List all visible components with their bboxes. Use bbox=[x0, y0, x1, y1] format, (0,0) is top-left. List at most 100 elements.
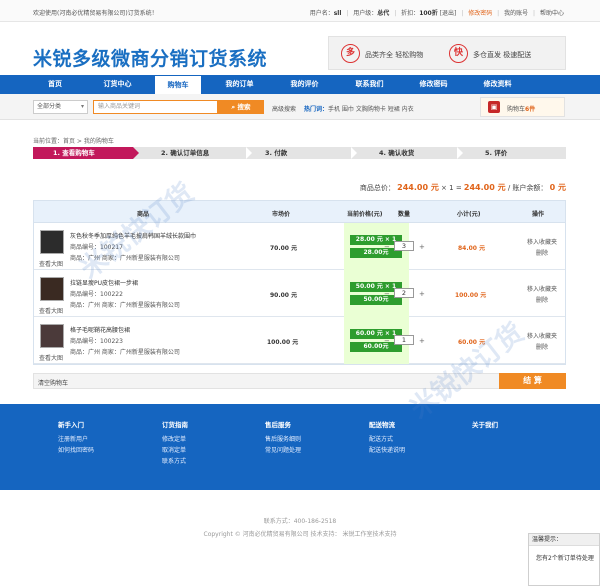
step-confirm-receipt: 4. 确认收货 bbox=[379, 149, 415, 157]
row-actions: 移入收藏夹 删除 bbox=[522, 284, 562, 306]
site-footer: 新手入门 注册新用户 如何找回密码 订货指南 修改定单 取消定单 联系方式 售后… bbox=[0, 404, 600, 490]
row-subtotal: 100.00 元 bbox=[455, 292, 487, 299]
user-info: 用户名：sll | 用户级：总代 | 折扣：100折 [退出] | 修改密码 |… bbox=[309, 10, 564, 17]
increment-button[interactable]: + bbox=[419, 290, 425, 298]
notification-body[interactable]: 您有2个新订单待处理 bbox=[536, 553, 594, 562]
col-current-price: 当前价格(元) bbox=[347, 211, 383, 218]
market-price: 70.00 元 bbox=[270, 245, 298, 252]
step-pay: 3. 付款 bbox=[265, 149, 288, 157]
nav-change-password[interactable]: 修改密码 bbox=[406, 75, 461, 94]
nav-edit-profile[interactable]: 修改资料 bbox=[470, 75, 525, 94]
notification-popup[interactable]: 温馨提示： 您有2个新订单待处理 bbox=[528, 533, 600, 586]
product-name[interactable]: 拉链显瘦PU皮包裙一步裙 bbox=[70, 278, 138, 287]
move-to-favorites-link[interactable]: 移入收藏夹 bbox=[522, 237, 562, 248]
clear-cart-link[interactable]: 清空购物车 bbox=[38, 378, 68, 387]
nav-contact[interactable]: 联系我们 bbox=[342, 75, 397, 94]
footer-link[interactable]: 取消定单 bbox=[162, 445, 188, 456]
category-select[interactable]: 全部分类 ▾ bbox=[33, 100, 88, 114]
table-row: 查看大图 拉链显瘦PU皮包裙一步裙 商品编号：100222 商品：广州 商家：广… bbox=[34, 270, 565, 317]
view-large-image-link[interactable]: 查看大图 bbox=[39, 353, 63, 362]
nav-my-reviews[interactable]: 我的评价 bbox=[277, 75, 332, 94]
step-confirm-order: 2. 确认订单信息 bbox=[161, 149, 210, 157]
promo-badge-fast: 快 bbox=[449, 44, 468, 63]
product-thumbnail[interactable] bbox=[40, 277, 64, 301]
increment-button[interactable]: + bbox=[419, 243, 425, 251]
footer-col-title: 新手入门 bbox=[58, 421, 84, 429]
hot-words: 热门词：手机 围巾 文胸购物卡 短裙 内衣 bbox=[304, 104, 414, 113]
footer-col-beginner: 新手入门 注册新用户 如何找回密码 bbox=[58, 419, 94, 456]
step-separator bbox=[246, 147, 252, 159]
my-account-link[interactable]: 我的账号 bbox=[504, 10, 528, 17]
product-code: 商品编号：100222 bbox=[70, 291, 123, 298]
footer-link[interactable]: 配送方式 bbox=[369, 434, 405, 445]
user-level: 总代 bbox=[377, 10, 390, 17]
cart-button[interactable]: ▣ 购物车6件 bbox=[480, 97, 565, 117]
logout-link[interactable]: [退出] bbox=[440, 10, 457, 17]
col-quantity: 数量 bbox=[398, 211, 411, 218]
quantity-input[interactable]: 3 bbox=[394, 241, 414, 251]
delete-link[interactable]: 删除 bbox=[522, 295, 562, 306]
product-shop: 商品：广州 商家：广州新星服装有限公司 bbox=[70, 302, 180, 309]
col-market-price: 市场价 bbox=[272, 211, 291, 218]
discount-label: 折扣： bbox=[401, 10, 420, 17]
quantity-input[interactable]: 2 bbox=[394, 288, 414, 298]
decrement-button[interactable]: − bbox=[384, 337, 390, 345]
site-logo[interactable]: 米锐多级微商分销订货系统 bbox=[33, 44, 267, 71]
search-input[interactable]: 输入商品关键词 bbox=[93, 100, 218, 114]
change-password-link[interactable]: 修改密码 bbox=[468, 10, 492, 17]
total-price: 244.00 元 bbox=[397, 183, 439, 192]
nav-cart[interactable]: 购物车 bbox=[154, 75, 202, 94]
help-center-link[interactable]: 帮助中心 bbox=[540, 10, 564, 17]
product-name[interactable]: 格子毛呢鞘花高腰包裙 bbox=[70, 325, 130, 334]
cart-icon: ▣ bbox=[488, 101, 500, 113]
nav-order-center[interactable]: 订货中心 bbox=[90, 75, 145, 94]
increment-button[interactable]: + bbox=[419, 337, 425, 345]
product-thumbnail[interactable] bbox=[40, 230, 64, 254]
username-label: 用户名： bbox=[309, 10, 334, 17]
welcome-text: 欢迎使用(河南必优精贸易有限公司)订货系统！ bbox=[33, 10, 158, 17]
footer-link[interactable]: 如何找回密码 bbox=[58, 445, 94, 456]
account-balance: 0 元 bbox=[549, 183, 566, 192]
decrement-button[interactable]: − bbox=[384, 290, 390, 298]
nav-home[interactable]: 首页 bbox=[33, 75, 77, 94]
delete-link[interactable]: 删除 bbox=[522, 248, 562, 259]
main-nav: 首页 订货中心 购物车 我的订单 我的评价 联系我们 修改密码 修改资料 bbox=[0, 75, 600, 94]
footer-col-title[interactable]: 关于我们 bbox=[472, 419, 498, 429]
footer-link[interactable]: 售后服务细则 bbox=[265, 434, 301, 445]
cart-summary: 商品总价： 244.00 元 × 1 = 244.00 元 / 账户余额： 0 … bbox=[360, 182, 566, 193]
advanced-search-link[interactable]: 高级搜索 bbox=[272, 104, 296, 113]
footer-col-title: 配送物流 bbox=[369, 421, 395, 429]
move-to-favorites-link[interactable]: 移入收藏夹 bbox=[522, 284, 562, 295]
cart-text: 购物车6件 bbox=[507, 104, 535, 113]
total-multiplier: × 1 = bbox=[441, 184, 462, 192]
username: sll bbox=[333, 10, 342, 17]
top-bar: 欢迎使用(河南必优精贸易有限公司)订货系统！ 用户名：sll | 用户级：总代 … bbox=[0, 0, 600, 22]
decrement-button[interactable]: − bbox=[384, 243, 390, 251]
row-actions: 移入收藏夹 删除 bbox=[522, 237, 562, 259]
search-icon: ⌕ bbox=[231, 103, 236, 111]
cart-label: 购物车 bbox=[507, 106, 526, 113]
col-actions: 操作 bbox=[532, 211, 545, 218]
balance-label: / 账户余额： bbox=[507, 184, 548, 192]
hot-words-list[interactable]: 手机 围巾 文胸购物卡 短裙 内衣 bbox=[328, 106, 414, 113]
footer-link[interactable]: 配送快递说明 bbox=[369, 445, 405, 456]
step-separator bbox=[457, 147, 463, 159]
step-review: 5. 评价 bbox=[485, 149, 508, 157]
nav-my-orders[interactable]: 我的订单 bbox=[212, 75, 267, 94]
quantity-input[interactable]: 1 bbox=[394, 335, 414, 345]
footer-link[interactable]: 注册新用户 bbox=[58, 434, 94, 445]
footer-col-about: 关于我们 bbox=[472, 419, 498, 434]
search-button-label: 搜索 bbox=[237, 103, 251, 111]
footer-link[interactable]: 联系方式 bbox=[162, 456, 188, 467]
view-large-image-link[interactable]: 查看大图 bbox=[39, 306, 63, 315]
promo-text-fast: 多仓直发 极速配送 bbox=[473, 51, 532, 59]
view-large-image-link[interactable]: 查看大图 bbox=[39, 259, 63, 268]
checkout-button[interactable]: 结 算 bbox=[499, 373, 566, 389]
search-button[interactable]: ⌕ 搜索 bbox=[218, 100, 264, 114]
market-price: 100.00 元 bbox=[267, 339, 299, 346]
chevron-down-icon: ▾ bbox=[80, 103, 84, 110]
footer-link[interactable]: 修改定单 bbox=[162, 434, 188, 445]
product-thumbnail[interactable] bbox=[40, 324, 64, 348]
total-label: 商品总价： bbox=[359, 184, 395, 192]
footer-link[interactable]: 常见问题处理 bbox=[265, 445, 301, 456]
